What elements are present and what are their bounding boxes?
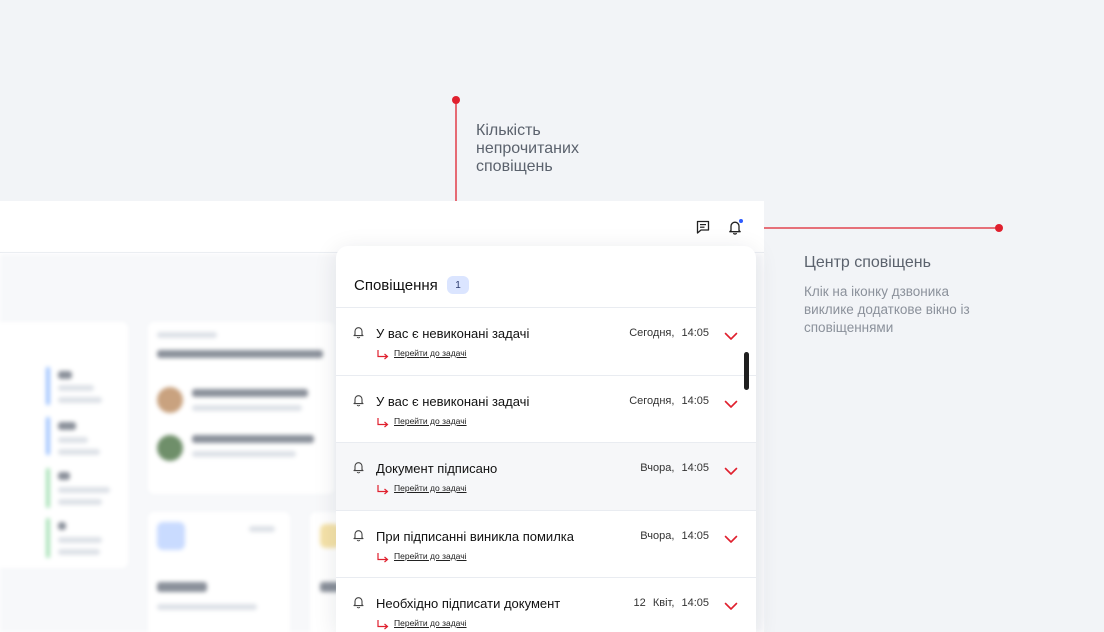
bell-icon	[352, 393, 365, 407]
annotation-line: Кількість	[476, 122, 541, 139]
stats-card	[0, 320, 130, 570]
notification-item[interactable]: Документ підписано Вчора, 14:05 Перейти до…	[336, 443, 756, 511]
stat-value	[58, 472, 70, 480]
notification-time: 14:05	[681, 327, 709, 339]
notification-datetime: Вчора, 14:05	[640, 530, 709, 542]
bell-icon	[352, 595, 365, 609]
notification-center-title: Центр сповіщень	[804, 254, 931, 271]
person-role	[192, 405, 302, 411]
notification-title: У вас є невиконані задачі	[376, 326, 530, 341]
unread-count-badge: 1	[447, 276, 469, 294]
notification-title: Необхідно підписати документ	[376, 596, 561, 611]
notification-time: 14:05	[681, 529, 709, 542]
chevron-down-icon[interactable]	[724, 328, 738, 340]
notification-center-description: Клік на іконку дзвоника виклике додатков…	[804, 283, 1034, 337]
chat-icon[interactable]	[693, 217, 713, 237]
notification-datetime: Сегодня, 14:05	[629, 395, 709, 407]
notifications-panel: Сповіщення 1 У вас є невиконані задачі Се…	[336, 246, 756, 632]
notification-date: Сегодня,	[629, 327, 675, 339]
stat-label	[58, 437, 88, 443]
unread-indicator	[738, 218, 744, 224]
notification-date: Вчора,	[640, 462, 675, 474]
metric-value	[157, 582, 207, 592]
avatar	[157, 387, 183, 413]
stat-label	[58, 397, 102, 403]
notification-item[interactable]: При підписанні виникла помилка Вчора, 14:…	[336, 510, 756, 578]
chevron-down-icon[interactable]	[724, 531, 738, 543]
stat-label	[58, 549, 100, 555]
notification-title: У вас є невиконані задачі	[376, 393, 530, 409]
annotation-line: Клік на іконку дзвоника	[804, 284, 949, 299]
panel-header: Сповіщення 1	[336, 246, 756, 308]
stat-label	[58, 449, 100, 455]
stat-label	[58, 499, 102, 505]
person-name	[192, 435, 314, 443]
notification-item[interactable]: У вас є невиконані задачі Сегодня, 14:05 П…	[336, 308, 756, 376]
go-to-task-link[interactable]: Перейти до задачі	[394, 416, 467, 426]
stat-label	[58, 537, 102, 543]
notification-date: Сегодня,	[629, 394, 675, 407]
annotation-line: сповіщеннями	[804, 320, 894, 335]
go-to-task-link[interactable]: Перейти до задачі	[394, 483, 467, 493]
metric-tag	[249, 526, 275, 532]
card-caption	[157, 332, 217, 338]
notification-title: При підписанні виникла помилка	[376, 528, 574, 544]
notification-title: Документ підписано	[376, 461, 498, 476]
metric-icon	[157, 522, 185, 550]
notification-item[interactable]: Необхідно підписати документ 12 Квіт, 14:…	[336, 578, 756, 632]
arrow-return-icon	[376, 348, 390, 360]
arrow-return-icon	[376, 483, 390, 495]
notification-datetime: Сегодня, 14:05	[629, 327, 709, 339]
notification-date: Вчора,	[640, 529, 675, 542]
chevron-down-icon[interactable]	[724, 463, 738, 475]
avatar	[157, 435, 183, 461]
notification-date: 12 Квіт,	[633, 597, 675, 609]
notification-item[interactable]: У вас є невиконані задачі Сегодня, 14:05 П…	[336, 375, 756, 443]
metric-label	[157, 604, 257, 610]
bell-icon	[352, 460, 365, 474]
arrow-return-icon	[376, 416, 390, 428]
stat-value	[58, 522, 66, 530]
bell-icon	[352, 325, 365, 339]
go-to-task-link[interactable]: Перейти до задачі	[394, 551, 467, 561]
chevron-down-icon[interactable]	[724, 598, 738, 610]
chevron-down-icon[interactable]	[724, 396, 738, 408]
annotation-line: непрочитаних	[476, 140, 579, 157]
go-to-task-link[interactable]: Перейти до задачі	[394, 348, 467, 358]
arrow-return-icon	[376, 618, 390, 630]
stat-bar	[46, 367, 50, 405]
stat-label	[58, 385, 94, 391]
go-to-task-link[interactable]: Перейти до задачі	[394, 618, 467, 628]
stat-value	[58, 371, 72, 379]
stat-value	[58, 422, 76, 430]
stat-bar	[46, 518, 50, 558]
notification-datetime: 12 Квіт, 14:05	[634, 597, 709, 609]
panel-title: Сповіщення	[354, 277, 438, 294]
person-role	[192, 451, 296, 457]
stat-label	[58, 487, 110, 493]
unread-count-annotation: Кількість непрочитаних сповіщень	[476, 122, 579, 176]
annotation-line: сповіщень	[476, 158, 553, 175]
notifications-list: У вас є невиконані задачі Сегодня, 14:05 П…	[336, 308, 756, 632]
stat-bar	[46, 468, 50, 508]
notification-time: 14:05	[681, 394, 709, 407]
scrollbar-thumb[interactable]	[744, 352, 749, 390]
card-title	[157, 350, 323, 358]
person-name	[192, 389, 308, 397]
notification-datetime: Вчора, 14:05	[640, 462, 709, 474]
annotation-line: виклике додаткове вікно із	[804, 302, 970, 317]
stat-bar	[46, 417, 50, 455]
arrow-return-icon	[376, 551, 390, 563]
bell-icon	[352, 528, 365, 542]
notification-time: 14:05	[681, 462, 709, 474]
bell-icon[interactable]	[725, 217, 745, 237]
notification-time: 14:05	[681, 597, 709, 609]
